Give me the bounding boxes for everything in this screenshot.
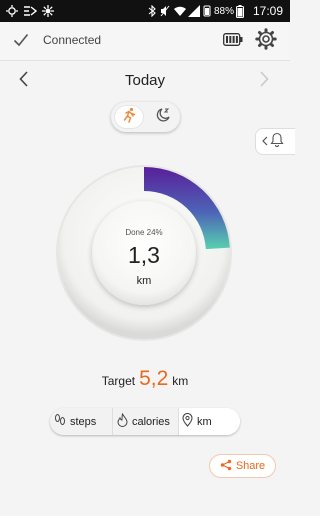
share-button[interactable]: Share	[209, 454, 276, 478]
activity-mode-button[interactable]	[114, 105, 144, 129]
notification-drawer-tab[interactable]	[255, 128, 295, 155]
tab-calories-label: calories	[132, 415, 170, 428]
mute-icon	[160, 4, 170, 18]
target-row: Target 5,2 km	[0, 367, 290, 391]
device-battery-icon[interactable]	[223, 33, 243, 51]
target-unit: km	[172, 374, 189, 388]
next-day-button[interactable]	[259, 71, 269, 92]
distance-unit: km	[136, 275, 152, 287]
battery-icon	[236, 4, 244, 18]
target-value[interactable]: 5,2	[139, 367, 168, 391]
bell-icon	[270, 132, 284, 152]
top-bar: Connected	[0, 22, 290, 61]
gear-icon[interactable]	[255, 28, 277, 55]
location-pin-icon	[182, 412, 193, 430]
battery-percent: 88%	[214, 5, 235, 17]
share-icon	[220, 459, 232, 474]
tab-steps[interactable]: steps	[50, 408, 110, 435]
tab-steps-label: steps	[70, 415, 97, 428]
signal-icon	[188, 4, 200, 18]
runner-icon	[121, 107, 137, 128]
done-percent-label: Done 24%	[125, 228, 163, 237]
mode-toggle	[111, 102, 180, 132]
location-icon	[6, 4, 18, 18]
flame-icon	[117, 412, 128, 430]
connection-status: Connected	[43, 33, 102, 47]
check-icon	[13, 33, 29, 52]
footprints-icon	[54, 413, 66, 430]
notification-app-icon	[23, 4, 37, 18]
sleep-mode-button[interactable]	[148, 105, 177, 129]
clock: 17:09	[253, 4, 284, 18]
battery-status-icon	[201, 4, 213, 18]
tab-km-label: km	[197, 415, 212, 428]
page-title: Today	[124, 72, 166, 89]
moon-sleep-icon	[155, 107, 171, 128]
bluetooth-icon	[148, 4, 156, 18]
metric-tabs: steps calories km	[50, 408, 240, 435]
wifi-icon	[174, 4, 186, 18]
tab-km[interactable]: km	[178, 408, 240, 435]
settings-notification-icon	[42, 4, 54, 18]
distance-value: 1,3	[128, 242, 160, 268]
chevron-left-icon	[262, 133, 268, 151]
tab-calories[interactable]: calories	[112, 408, 178, 435]
share-label: Share	[235, 460, 266, 472]
status-bar: 88% 17:09	[0, 0, 290, 22]
target-label: Target	[101, 374, 136, 388]
